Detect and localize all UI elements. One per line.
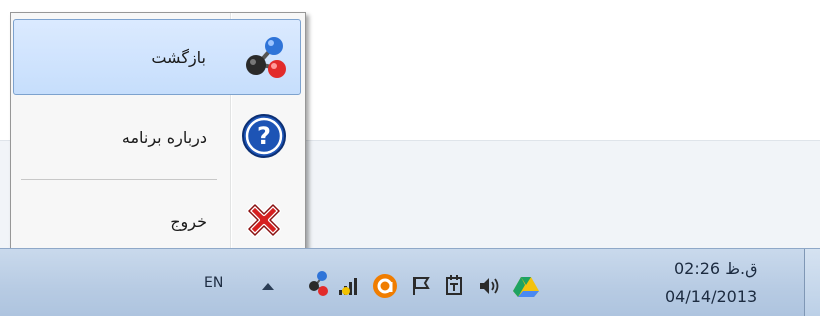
help-icon: ? (242, 114, 286, 158)
orange-app-icon[interactable] (372, 273, 398, 299)
drive-icon[interactable] (512, 276, 540, 298)
exit-icon (247, 203, 281, 237)
menu-item-label: بازگشت (151, 47, 206, 67)
menu-item-about[interactable]: درباره برنامه ? (13, 99, 301, 175)
menu-item-back[interactable]: بازگشت (13, 19, 301, 95)
clock-date[interactable]: 04/14/2013 (665, 287, 757, 306)
show-desktop-button[interactable] (804, 249, 820, 316)
clock-time[interactable]: ق.ظ 02:26 (674, 259, 758, 278)
molecule-icon[interactable] (308, 269, 330, 297)
taskbar: EN ق.ظ 02:26 04/14/2013 (0, 248, 820, 316)
signal-icon[interactable] (337, 277, 361, 297)
volume-icon[interactable] (478, 276, 502, 296)
menu-separator (21, 179, 217, 180)
svg-text:?: ? (257, 122, 271, 150)
show-hidden-icons-button[interactable] (262, 283, 274, 290)
flag-icon[interactable] (410, 275, 432, 297)
power-icon[interactable] (444, 275, 466, 297)
tray-context-menu: بازگشت درباره برنامه ? خروج (10, 12, 306, 260)
language-indicator[interactable]: EN (204, 275, 223, 291)
menu-item-label: درباره برنامه (121, 127, 207, 147)
molecule-icon (246, 37, 286, 78)
